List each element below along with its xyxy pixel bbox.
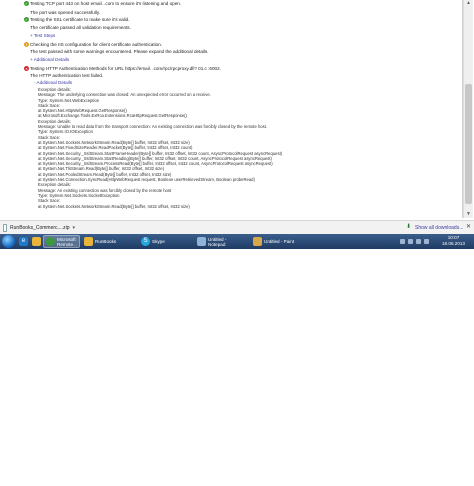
download-file-name: RunBooks_Commerc....zip	[10, 225, 70, 231]
paint-icon	[253, 237, 262, 246]
taskbar-button-notepad[interactable]: Untitled - Notepad	[195, 235, 247, 248]
error-icon: ×	[24, 66, 29, 71]
start-button[interactable]	[2, 235, 15, 248]
log-line: Testing the SSL certificate to make sure…	[30, 17, 130, 22]
close-icon[interactable]: ✕	[466, 223, 471, 230]
taskbar-button-skype[interactable]: S Skype	[139, 235, 189, 248]
log-line: The port was opened successfully.	[30, 10, 101, 15]
taskbar-button-explorer[interactable]	[30, 235, 42, 248]
log-line: The test passed with some warnings encou…	[30, 49, 209, 54]
skype-icon: S	[141, 237, 150, 246]
taskbar-label: RunBooks	[95, 239, 117, 244]
chrome-icon	[46, 237, 55, 246]
log-line: Testing TCP port 443 on host email. .com…	[30, 1, 182, 6]
success-icon: ✓	[24, 17, 29, 22]
show-all-label: Show all downloads...	[415, 224, 464, 231]
show-all-downloads-link[interactable]: ⬇ Show all downloads...	[406, 224, 463, 231]
battery-icon[interactable]	[424, 239, 429, 244]
warning-icon: !	[24, 42, 29, 47]
taskbar: e Microsoft Remote... RunBooks S Skype U…	[0, 234, 474, 249]
folder-icon	[32, 237, 41, 246]
vertical-scrollbar[interactable]: ▲ ▼	[463, 0, 473, 218]
download-arrow-icon: ⬇	[406, 224, 412, 230]
exception-details: Exception details: Message: The underlyi…	[38, 87, 338, 218]
log-line: Testing HTTP Authentication Methods for …	[30, 66, 221, 71]
log-line: The certificate passed all validation re…	[30, 25, 131, 30]
clock-date: 18.06.2013	[442, 241, 465, 246]
zip-file-icon	[3, 224, 8, 232]
chevron-down-icon[interactable]: ▾	[72, 225, 75, 231]
scroll-up-icon[interactable]: ▲	[465, 0, 472, 6]
additional-details-toggle[interactable]: + Additional Details	[30, 57, 69, 62]
taskbar-label: Skype	[152, 239, 165, 244]
test-steps-toggle[interactable]: + Test Steps	[30, 33, 55, 38]
volume-icon[interactable]	[408, 239, 413, 244]
taskbar-label: Microsoft Remote...	[57, 236, 77, 247]
taskbar-label: Untitled - Notepad	[208, 236, 227, 247]
log-line: The HTTP authentication test failed.	[30, 73, 104, 78]
folder-icon	[84, 237, 93, 246]
network-icon[interactable]	[400, 239, 405, 244]
taskbar-button-runbooks[interactable]: RunBooks	[82, 235, 132, 248]
additional-details-toggle[interactable]: - Additional Details	[34, 80, 72, 85]
taskbar-button-chrome[interactable]: Microsoft Remote...	[43, 235, 80, 248]
taskbar-button-ie[interactable]: e	[17, 235, 29, 248]
detail-line: at System.Net.Sockets.NetworkStream.Read…	[38, 203, 190, 209]
clock[interactable]: 10:07 18.06.2013	[442, 235, 465, 247]
notepad-icon	[197, 237, 206, 246]
success-icon: ✓	[24, 1, 29, 6]
scroll-thumb[interactable]	[465, 84, 472, 204]
log-panel: ✓ Testing TCP port 443 on host email. .c…	[0, 0, 463, 218]
system-tray	[400, 235, 429, 248]
flag-icon[interactable]	[416, 239, 421, 244]
download-item[interactable]: RunBooks_Commerc....zip ▾	[3, 223, 75, 233]
taskbar-button-paint[interactable]: Untitled - Paint	[251, 235, 301, 248]
internet-explorer-icon: e	[19, 237, 28, 246]
scroll-down-icon[interactable]: ▼	[465, 211, 472, 217]
log-line: Checking the IIS configuration for clien…	[30, 42, 163, 47]
taskbar-label: Untitled - Paint	[264, 239, 295, 244]
